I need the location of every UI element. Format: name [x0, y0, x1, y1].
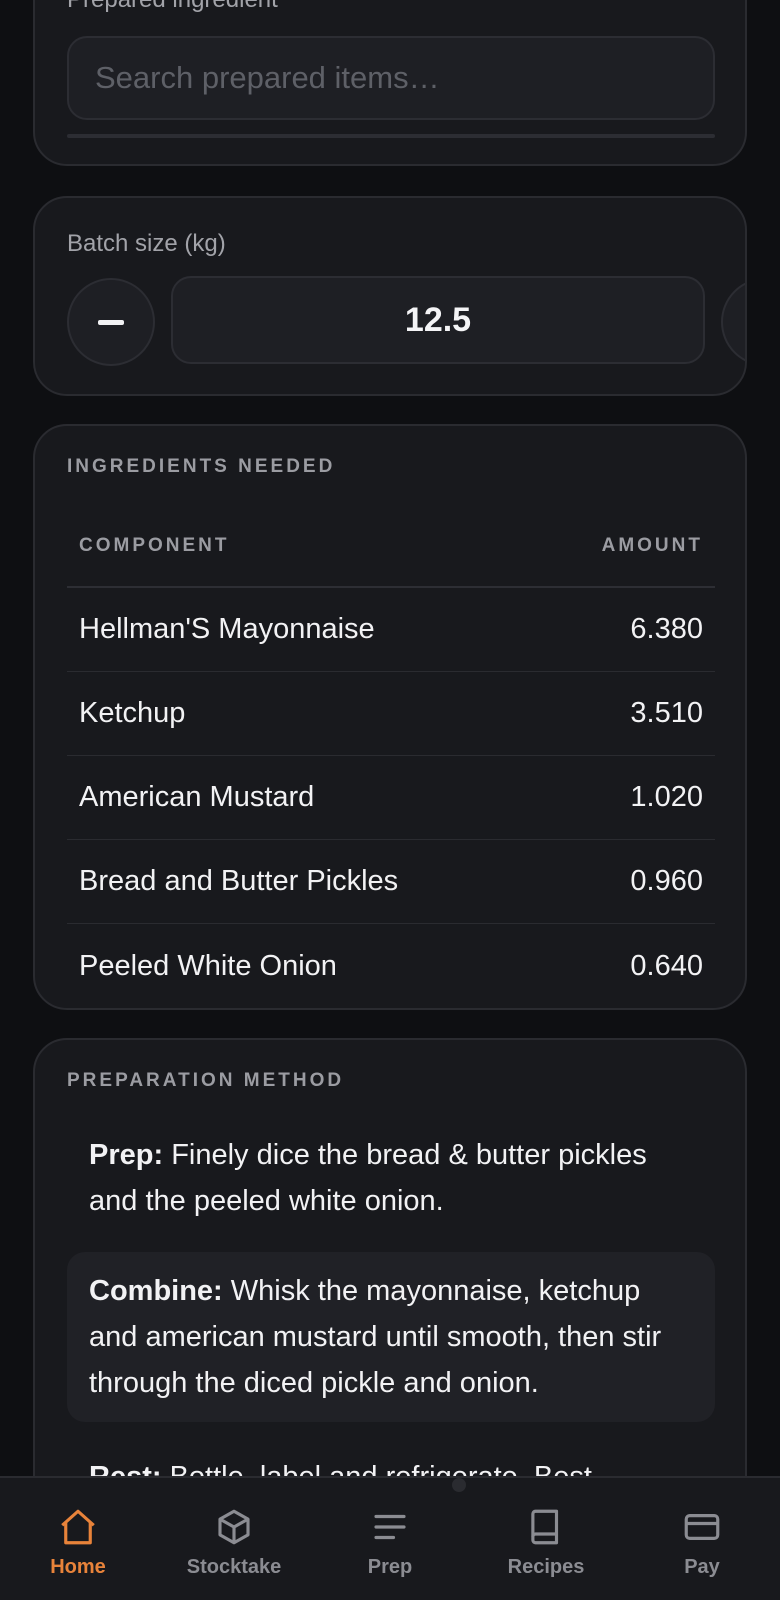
- method-section-title: PREPARATION METHOD: [67, 1070, 345, 1091]
- batch-size-value[interactable]: 12.5: [171, 276, 705, 364]
- step-text: Finely dice the bread & butter pickles a…: [89, 1139, 647, 1217]
- amount-cell: 0.960: [630, 865, 703, 897]
- component-column-header: COMPONENT: [79, 535, 230, 556]
- step-label: Prep:: [89, 1139, 164, 1171]
- table-header: COMPONENT AMOUNT: [67, 506, 715, 588]
- bottom-navigation: Home Stocktake Prep Recipes Pay: [0, 1476, 780, 1600]
- component-cell: Peeled White Onion: [79, 949, 337, 982]
- nav-label-home: Home: [50, 1556, 106, 1578]
- decrease-batch-button[interactable]: [67, 278, 155, 366]
- prepared-ingredient-label: Prepared ingredient: [67, 0, 278, 14]
- ingredients-table: COMPONENT AMOUNT Hellman'S Mayonnaise 6.…: [67, 506, 715, 1008]
- increase-batch-button[interactable]: [721, 278, 745, 366]
- batch-size-card: Batch size (kg) 12.5: [33, 196, 747, 396]
- nav-item-prep[interactable]: Prep: [315, 1478, 465, 1600]
- nav-item-home[interactable]: Home: [3, 1478, 153, 1600]
- prepared-search-input[interactable]: [67, 36, 715, 120]
- component-cell: Ketchup: [79, 697, 186, 729]
- table-row: Ketchup 3.510: [67, 672, 715, 756]
- search-results-divider: [67, 134, 715, 138]
- step-label: Combine:: [89, 1275, 223, 1307]
- book-icon: [531, 1509, 559, 1545]
- ingredients-needed-card: INGREDIENTS NEEDED COMPONENT AMOUNT Hell…: [33, 424, 747, 1010]
- amount-cell: 0.640: [630, 949, 703, 982]
- nav-item-stocktake[interactable]: Stocktake: [159, 1478, 309, 1600]
- table-row: American Mustard 1.020: [67, 756, 715, 840]
- amount-cell: 3.510: [630, 697, 703, 729]
- table-row: Peeled White Onion 0.640: [67, 924, 715, 1008]
- batch-size-label: Batch size (kg): [67, 230, 226, 257]
- table-row: Hellman'S Mayonnaise 6.380: [67, 588, 715, 672]
- component-cell: Hellman'S Mayonnaise: [79, 613, 375, 645]
- nav-label-stocktake: Stocktake: [186, 1556, 282, 1578]
- amount-column-header: AMOUNT: [601, 535, 703, 556]
- card-icon: [684, 1514, 720, 1540]
- list-icon: [374, 1514, 406, 1540]
- table-row: Bread and Butter Pickles 0.960: [67, 840, 715, 924]
- nav-label-prep: Prep: [367, 1556, 413, 1578]
- ingredients-section-title: INGREDIENTS NEEDED: [67, 456, 336, 477]
- home-icon: [61, 1509, 95, 1545]
- component-cell: American Mustard: [79, 781, 315, 813]
- prep-screen: Prepared ingredient Batch size (kg) 12.5…: [0, 0, 780, 1600]
- nav-label-pay: Pay: [684, 1556, 720, 1578]
- scroll-indicator: [452, 1478, 466, 1492]
- prepared-ingredient-card: Prepared ingredient: [33, 0, 747, 166]
- box-icon: [218, 1509, 250, 1545]
- amount-cell: 1.020: [630, 781, 703, 813]
- minus-icon: [98, 319, 124, 325]
- component-cell: Bread and Butter Pickles: [79, 865, 399, 897]
- method-step-highlighted: Combine: Whisk the mayonnaise, ketchup a…: [67, 1252, 715, 1422]
- nav-item-pay[interactable]: Pay: [627, 1478, 777, 1600]
- amount-cell: 6.380: [630, 613, 703, 645]
- nav-label-recipes: Recipes: [507, 1556, 585, 1578]
- nav-item-recipes[interactable]: Recipes: [471, 1478, 621, 1600]
- method-step: Prep: Finely dice the bread & butter pic…: [67, 1132, 715, 1224]
